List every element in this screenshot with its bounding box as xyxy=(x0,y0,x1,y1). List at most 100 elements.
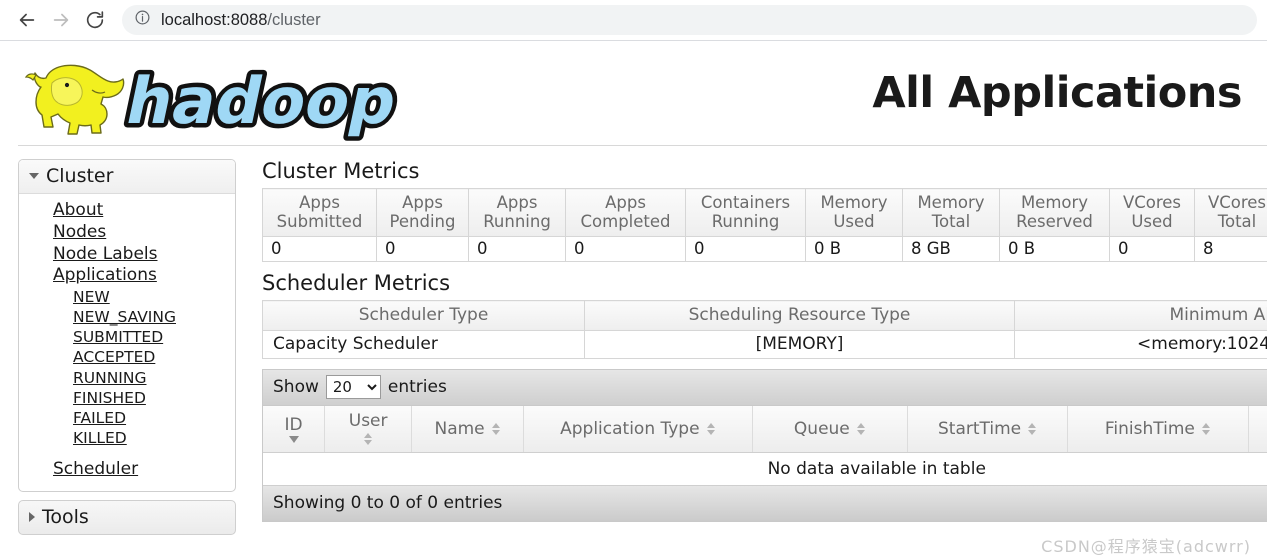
col-vcores-total[interactable]: VCores Total xyxy=(1194,187,1267,238)
header-divider xyxy=(18,145,1267,146)
sidebar-item-scheduler[interactable]: Scheduler xyxy=(19,459,235,481)
val-apps-completed: 0 xyxy=(565,236,686,263)
col-finishtime[interactable]: FinishTime xyxy=(1067,406,1249,454)
col-id[interactable]: ID xyxy=(263,406,326,454)
col-memory-total[interactable]: Memory Total xyxy=(902,187,1000,238)
col-starttime[interactable]: StartTime xyxy=(907,406,1069,454)
col-line1: Apps xyxy=(299,193,340,212)
sidebar-item-applications[interactable]: Applications xyxy=(19,265,235,287)
col-line1: Apps xyxy=(605,193,646,212)
col-line2: Completed xyxy=(580,212,671,232)
col-line2: Running xyxy=(483,212,551,232)
sidebar-cluster-label: Cluster xyxy=(46,165,114,187)
col-line1: Memory xyxy=(820,193,888,212)
datatable-info: Showing 0 to 0 of 0 entries xyxy=(263,486,1267,523)
val-minimum-allocation: <memory:1024, vCores:1> xyxy=(1014,330,1267,360)
table-row: Capacity Scheduler [MEMORY] <memory:1024… xyxy=(262,330,1267,360)
sidebar-item-killed[interactable]: KILLED xyxy=(19,428,235,448)
sidebar-item-new-saving[interactable]: NEW_SAVING xyxy=(19,307,235,327)
col-queue-label: Queue xyxy=(793,418,850,439)
col-line1: Apps xyxy=(402,193,443,212)
applications-table: ID User Name Application Type Queue Star… xyxy=(263,406,1267,487)
col-name[interactable]: Name xyxy=(411,406,525,454)
page-size-select[interactable]: 20 50 100 xyxy=(325,375,381,400)
scheduler-metrics-title: Scheduler Metrics xyxy=(262,271,451,296)
col-starttime-label: StartTime xyxy=(938,418,1022,439)
hadoop-logo[interactable]: hadoop hadoop xyxy=(18,43,408,143)
val-scheduler-type: Capacity Scheduler xyxy=(262,330,585,360)
sidebar-item-accepted[interactable]: ACCEPTED xyxy=(19,347,235,367)
col-state[interactable]: State xyxy=(1248,406,1267,454)
info-circle-icon[interactable] xyxy=(134,9,151,31)
page-title: All Applications xyxy=(872,68,1242,118)
sidebar-item-finished[interactable]: FINISHED xyxy=(19,388,235,408)
col-line2: Total xyxy=(1217,212,1257,232)
val-vcores-total: 8 xyxy=(1194,236,1267,263)
sidebar-item-nodes[interactable]: Nodes xyxy=(19,222,235,244)
sidebar-item-running[interactable]: RUNNING xyxy=(19,368,235,388)
val-containers-running: 0 xyxy=(685,236,806,263)
col-line2: Pending xyxy=(389,212,456,232)
col-user[interactable]: User xyxy=(324,406,413,454)
empty-message: No data available in table xyxy=(263,452,1267,487)
col-minimum-allocation[interactable]: Minimum Allocation xyxy=(1014,300,1267,332)
sort-icon xyxy=(1028,422,1037,436)
address-bar-text: localhost:8088/cluster xyxy=(161,11,321,30)
sidebar-section-cluster: Cluster About Nodes Node Labels Applicat… xyxy=(18,159,236,492)
arrow-left-icon xyxy=(16,9,38,31)
sidebar-item-new[interactable]: NEW xyxy=(19,287,235,307)
table-header-row: Scheduler Type Scheduling Resource Type … xyxy=(262,300,1267,332)
col-queue[interactable]: Queue xyxy=(752,406,909,454)
back-button[interactable] xyxy=(10,3,44,37)
sidebar-tools-label: Tools xyxy=(42,505,89,528)
sidebar-cluster-header[interactable]: Cluster xyxy=(19,160,235,194)
sidebar-item-failed[interactable]: FAILED xyxy=(19,408,235,428)
table-header-row: Apps Submitted Apps Pending Apps Running Ap… xyxy=(262,187,1267,238)
val-apps-pending: 0 xyxy=(376,236,469,263)
svg-text:hadoop: hadoop xyxy=(120,65,404,139)
col-line1: Containers xyxy=(700,193,791,212)
table-row: 0 0 0 0 0 0 B 8 GB 0 B 0 8 0 xyxy=(262,236,1267,263)
reload-icon xyxy=(84,9,106,31)
sidebar-cluster-list: About Nodes Node Labels Applications NEW… xyxy=(19,194,235,491)
content-area: Cluster About Nodes Node Labels Applicat… xyxy=(0,145,1267,559)
val-vcores-used: 0 xyxy=(1109,236,1195,263)
col-memory-used[interactable]: Memory Used xyxy=(805,187,903,238)
col-scheduling-resource-type[interactable]: Scheduling Resource Type xyxy=(584,300,1015,332)
col-name-label: Name xyxy=(434,418,485,439)
col-containers-running[interactable]: Containers Running xyxy=(685,187,806,238)
forward-button[interactable] xyxy=(44,3,78,37)
cluster-metrics-table: Apps Submitted Apps Pending Apps Running Ap… xyxy=(262,187,1267,263)
col-apps-running[interactable]: Apps Running xyxy=(468,187,566,238)
col-apps-pending[interactable]: Apps Pending xyxy=(376,187,469,238)
show-label: Show xyxy=(273,377,319,398)
col-line2: Submitted xyxy=(276,212,363,232)
sidebar-item-node-labels[interactable]: Node Labels xyxy=(19,244,235,266)
col-line2: Used xyxy=(1131,212,1173,232)
sidebar-item-submitted[interactable]: SUBMITTED xyxy=(19,327,235,347)
sort-icon xyxy=(363,432,373,446)
col-scheduler-type[interactable]: Scheduler Type xyxy=(262,300,585,332)
reload-button[interactable] xyxy=(78,3,112,37)
arrow-right-icon xyxy=(50,9,72,31)
val-apps-running: 0 xyxy=(468,236,566,263)
sort-icon xyxy=(706,422,716,436)
entries-label: entries xyxy=(387,377,447,398)
address-bar[interactable]: localhost:8088/cluster xyxy=(122,5,1257,35)
col-line1: VCores xyxy=(1207,193,1267,212)
col-memory-reserved[interactable]: Memory Reserved xyxy=(999,187,1110,238)
main-content: Cluster Metrics Apps Submitted Apps Pendin… xyxy=(236,159,1267,559)
sidebar-item-about[interactable]: About xyxy=(19,200,235,222)
col-application-type[interactable]: Application Type xyxy=(523,406,753,454)
col-vcores-used[interactable]: VCores Used xyxy=(1109,187,1195,238)
val-scheduling-resource-type: [MEMORY] xyxy=(584,330,1015,360)
scheduler-metrics-table: Scheduler Type Scheduling Resource Type … xyxy=(262,300,1267,360)
page-viewport: hadoop hadoop All Applications Cluster A… xyxy=(0,41,1267,559)
sidebar-section-tools[interactable]: Tools xyxy=(18,499,236,535)
col-apps-submitted[interactable]: Apps Submitted xyxy=(262,187,377,238)
watermark: CSDN@程序猿宝(adcwrr) xyxy=(1041,537,1251,556)
sort-icon xyxy=(1201,422,1211,436)
col-apps-completed[interactable]: Apps Completed xyxy=(565,187,686,238)
col-id-label: ID xyxy=(284,414,303,435)
col-line1: Apps xyxy=(496,193,538,212)
